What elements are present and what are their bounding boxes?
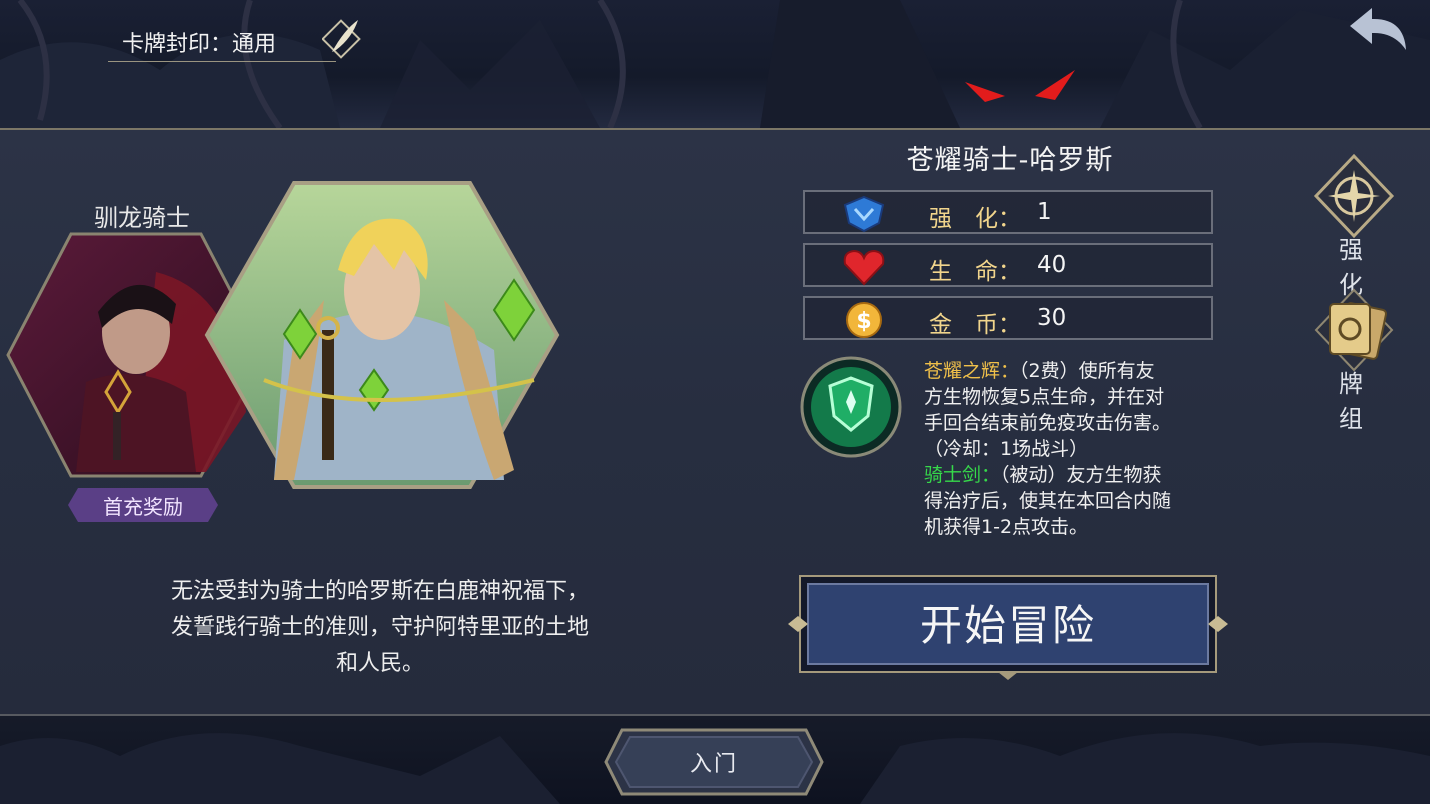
forest-background	[0, 0, 1430, 128]
red-eyes	[965, 70, 1075, 102]
alt-hero-name: 驯龙骑士	[94, 204, 190, 232]
first-recharge-reward-badge[interactable]: 首充奖励	[68, 488, 218, 522]
description-line: 和人民。	[335, 651, 424, 676]
stat-row-gold: $ 金 币： 30	[803, 296, 1213, 340]
skill-description: 苍耀之辉：（2费）使所有友 方生物恢复5点生命，并在对 手回合结束前免疫攻击伤害…	[924, 358, 1224, 540]
stat-label: 金 币：	[929, 312, 1021, 338]
skill-name: 苍耀之辉：	[924, 360, 1020, 382]
difficulty-tab[interactable]: 入门	[604, 728, 824, 796]
stat-row-enhance: 强 化： 1	[803, 190, 1213, 234]
stat-value: 40	[1037, 252, 1067, 278]
description-line: 无法受封为骑士的哈罗斯在白鹿神祝福下，	[170, 579, 589, 604]
card-seal-label[interactable]: 卡牌封印：通用	[108, 19, 361, 62]
start-adventure-button[interactable]: 开始冒险	[786, 572, 1230, 680]
skill-2: 骑士剑：（被动）友方生物获 得治疗后，使其在本回合内随 机获得1-2点攻击。	[924, 462, 1224, 540]
badge-text: 首充奖励	[103, 494, 183, 519]
skill-name: 骑士剑：	[924, 464, 1001, 486]
enhance-button[interactable]: 强化	[1306, 152, 1402, 299]
gold-coin-icon: $	[846, 302, 882, 338]
stat-label: 强 化：	[929, 206, 1021, 232]
stat-value: 30	[1037, 305, 1067, 331]
stat-value: 1	[1037, 199, 1052, 225]
svg-text:$: $	[856, 309, 871, 334]
start-button-label: 开始冒险	[919, 601, 1096, 650]
hero-name: 苍耀骑士-哈罗斯	[906, 145, 1114, 176]
skill-line: 得治疗后，使其在本回合内随	[924, 490, 1172, 512]
top-background-scene: 卡牌封印：通用	[0, 0, 1430, 128]
green-shield-skill-icon[interactable]	[800, 356, 902, 458]
deck-label: 牌组	[1339, 370, 1385, 433]
heart-icon	[843, 249, 885, 286]
compass-enhance-icon	[1313, 153, 1395, 239]
deck-button[interactable]: 牌组	[1306, 286, 1402, 433]
shield-crest-icon	[843, 195, 885, 233]
card-deck-icon	[1314, 288, 1394, 372]
skill-1: 苍耀之辉：（2费）使所有友 方生物恢复5点生命，并在对 手回合结束前免疫攻击伤害…	[924, 358, 1224, 462]
quill-edit-icon[interactable]	[322, 16, 362, 60]
skill-line: 机获得1-2点攻击。	[924, 516, 1089, 538]
back-arrow-icon[interactable]	[1344, 6, 1410, 52]
skill-line: （冷却：1场战斗）	[924, 438, 1089, 460]
skill-line: 方生物恢复5点生命，并在对	[924, 386, 1165, 408]
hero-description: 无法受封为骑士的哈罗斯在白鹿神祝福下， 发誓践行骑士的准则，守护阿特里亚的土地 …	[100, 574, 660, 682]
skill-line: 手回合结束前免疫攻击伤害。	[924, 412, 1172, 434]
seal-text: 卡牌封印：通用	[122, 31, 277, 57]
stat-label: 生 命：	[929, 259, 1021, 285]
azure-knight-portrait[interactable]	[204, 180, 560, 490]
skill-line: （被动）友方生物获	[1000, 464, 1162, 486]
stat-row-health: 生 命： 40	[803, 243, 1213, 287]
description-line: 发誓践行骑士的准则，守护阿特里亚的土地	[170, 615, 589, 640]
difficulty-label: 入门	[689, 752, 738, 777]
skill-line: （2费）使所有友	[1019, 360, 1155, 382]
